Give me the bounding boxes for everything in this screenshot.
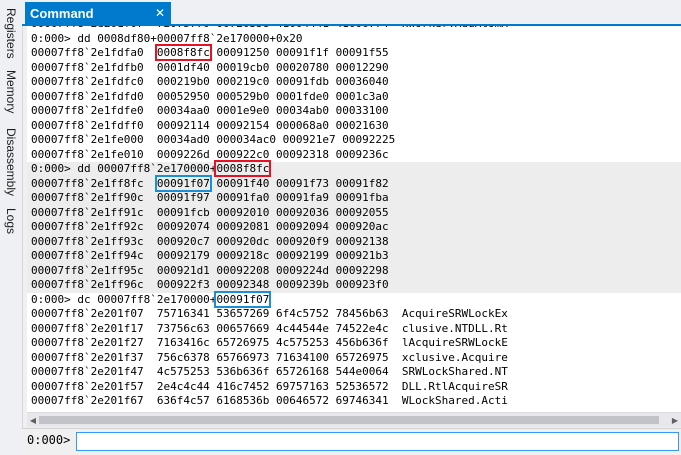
output-line: 00007ff8`2e1ff90c 00091f97 00091fa0 0009… (27, 191, 681, 206)
output-text: 00007ff8`2e201f37 756c6378 65766973 7163… (31, 350, 508, 364)
output-text: 00091250 00091f1f 00091f55 (209, 46, 389, 59)
command-prompt: 0:000> (27, 433, 71, 447)
window-tab-bar: Command ✕ (22, 0, 681, 26)
output-line: 00007ff8`2e201f57 2e4c4c44 416c7452 6975… (27, 380, 681, 395)
highlighted-value-blue: 00091f07 (154, 174, 212, 192)
output-text: 00007ff8`2e1ff90c 00091f97 00091fa0 0009… (31, 191, 389, 204)
output-text: 00007ff8`2e201f07 72075770 00726358 4160… (31, 26, 508, 30)
highlighted-value-blue: 00091f07 (214, 290, 272, 308)
output-text: 00007ff8`2e201f47 4c575253 536b636f 6572… (31, 365, 508, 378)
tab-command-label: Command (30, 5, 94, 21)
output-text: 00007ff8`2e1ff96c 000922f3 00092348 0009… (31, 278, 389, 291)
output-text: 0:000> dd 00007ff8`2e170000+ (31, 162, 217, 175)
output-line: 00007ff8`2e1fe010 0009226d 000922c0 0009… (27, 148, 681, 163)
output-text: 00007ff8`2e201f07 75716341 53657269 6f4c… (31, 307, 508, 320)
output-text: 00007ff8`2e1fdfe0 00034aa0 0001e9e0 0003… (31, 104, 389, 117)
output-text: 00007ff8`2e1ff8fc (31, 176, 157, 190)
output-text: 00007ff8`2e201f67 636f4c57 6168536b 0064… (31, 394, 508, 407)
output-line: 00007ff8`2e1fdfa0 0008f8fc 00091250 0009… (27, 44, 681, 61)
output-text: 00007ff8`2e1ff95c 000921d1 00092208 0009… (31, 263, 389, 277)
output-line: 00007ff8`2e201f47 4c575253 536b636f 6572… (27, 365, 681, 380)
output-line: 00007ff8`2e1ff8fc 00091f07 00091f40 0009… (27, 174, 681, 192)
tab-disassembly[interactable]: Disassembly (2, 122, 20, 202)
output-text: 00007ff8`2e1ff94c 00092179 0009218c 0009… (31, 249, 389, 262)
highlighted-value-red: 0008f8fc (154, 44, 212, 61)
output-text: 00007ff8`2e1fdfc0 000219b0 000219c0 0009… (31, 75, 389, 88)
output-text: 00007ff8`2e201f17 73756c63 00657669 4c44… (31, 321, 508, 335)
tab-logs[interactable]: Logs (2, 206, 20, 236)
output-line: 00007ff8`2e1fe000 00034ad0 000034ac0 000… (27, 133, 681, 148)
output-text: 00007ff8`2e1ff92c 00092074 00092081 0009… (31, 220, 389, 233)
output-block: 0:000> dc 00007ff8`2e170000+00091f07 0000… (27, 290, 681, 409)
horizontal-scrollbar[interactable]: ◀ ▶ (27, 412, 681, 427)
command-output: 00007ff8`2e201f07 72075770 00726358 4160… (27, 26, 681, 412)
output-text: 00091f40 00091f73 00091f82 (209, 176, 389, 190)
tab-memory[interactable]: Memory (2, 66, 20, 118)
output-line: 00007ff8`2e1fdfd0 00052950 000529b0 0001… (27, 90, 681, 105)
output-line: 00007ff8`2e201f17 73756c63 00657669 4c44… (27, 322, 681, 337)
output-line: 00007ff8`2e1ff93c 000920c7 000920dc 0009… (27, 235, 681, 250)
close-icon[interactable]: ✕ (155, 6, 165, 20)
output-text: 00007ff8`2e1fdff0 00092114 00092154 0000… (31, 118, 389, 132)
output-text: 00007ff8`2e1fdfb0 0001df40 00019cb0 0002… (31, 60, 389, 74)
output-block: 00007ff8`2e201f07 72075770 00726358 4160… (27, 26, 681, 162)
scroll-right-icon[interactable]: ▶ (669, 414, 681, 426)
output-line: 00007ff8`2e1fdfb0 0001df40 00019cb0 0002… (27, 61, 681, 76)
output-line: 00007ff8`2e201f07 75716341 53657269 6f4c… (27, 307, 681, 322)
output-content: 00007ff8`2e201f07 72075770 00726358 4160… (27, 26, 681, 409)
output-line: 00007ff8`2e1fdfc0 000219b0 000219c0 0009… (27, 75, 681, 90)
output-line: 00007ff8`2e201f27 7163416c 65726975 4c57… (27, 336, 681, 351)
output-text: 00007ff8`2e1fdfd0 00052950 000529b0 0001… (31, 89, 389, 103)
output-text: 0:000> dd 0008df80+00007ff8`2e170000+0x2… (31, 31, 303, 45)
output-text: 00007ff8`2e1ff93c 000920c7 000920dc 0009… (31, 234, 389, 248)
command-bar: 0:000> (22, 428, 681, 455)
output-line: 00007ff8`2e1fdff0 00092114 00092154 0000… (27, 119, 681, 134)
output-text: 00007ff8`2e1fdfa0 (31, 46, 157, 59)
output-line: 00007ff8`2e201f37 756c6378 65766973 7163… (27, 351, 681, 366)
output-line: 00007ff8`2e1fdfe0 00034aa0 0001e9e0 0003… (27, 104, 681, 119)
tab-registers[interactable]: Registers (2, 4, 20, 62)
output-text: 00007ff8`2e201f27 7163416c 65726975 4c57… (31, 336, 508, 349)
scrollbar-thumb[interactable] (39, 416, 659, 424)
output-line: 00007ff8`2e1ff95c 000921d1 00092208 0009… (27, 264, 681, 279)
output-line: 00007ff8`2e1ff91c 00091fcb 00092010 0009… (27, 206, 681, 221)
output-block: 0:000> dd 00007ff8`2e170000+0008f8fc 0000… (27, 160, 681, 293)
highlighted-value-red: 0008f8fc (214, 160, 272, 177)
side-panel: Registers Memory Disassembly Logs (0, 0, 23, 454)
output-text: 00007ff8`2e1ff91c 00091fcb 00092010 0009… (31, 205, 389, 219)
tab-command[interactable]: Command ✕ (25, 2, 171, 24)
output-line: 00007ff8`2e201f67 636f4c57 6168536b 0064… (27, 394, 681, 409)
scroll-left-icon[interactable]: ◀ (27, 414, 39, 426)
output-line: 00007ff8`2e1ff94c 00092179 0009218c 0009… (27, 249, 681, 264)
output-line: 00007ff8`2e1ff92c 00092074 00092081 0009… (27, 220, 681, 235)
output-line: 0:000> dd 0008df80+00007ff8`2e170000+0x2… (27, 32, 681, 47)
command-input[interactable] (76, 432, 679, 451)
output-text: 0:000> dc 00007ff8`2e170000+ (31, 292, 217, 306)
output-text: 00007ff8`2e201f57 2e4c4c44 416c7452 6975… (31, 379, 508, 393)
output-text: 00007ff8`2e1fe000 00034ad0 000034ac0 000… (31, 133, 396, 146)
output-line: 0:000> dd 00007ff8`2e170000+0008f8fc (27, 160, 681, 177)
output-line: 0:000> dc 00007ff8`2e170000+00091f07 (27, 290, 681, 308)
output-line: 00007ff8`2e1ff96c 000922f3 00092348 0009… (27, 278, 681, 293)
output-text: 00007ff8`2e1fe010 0009226d 000922c0 0009… (31, 147, 389, 161)
